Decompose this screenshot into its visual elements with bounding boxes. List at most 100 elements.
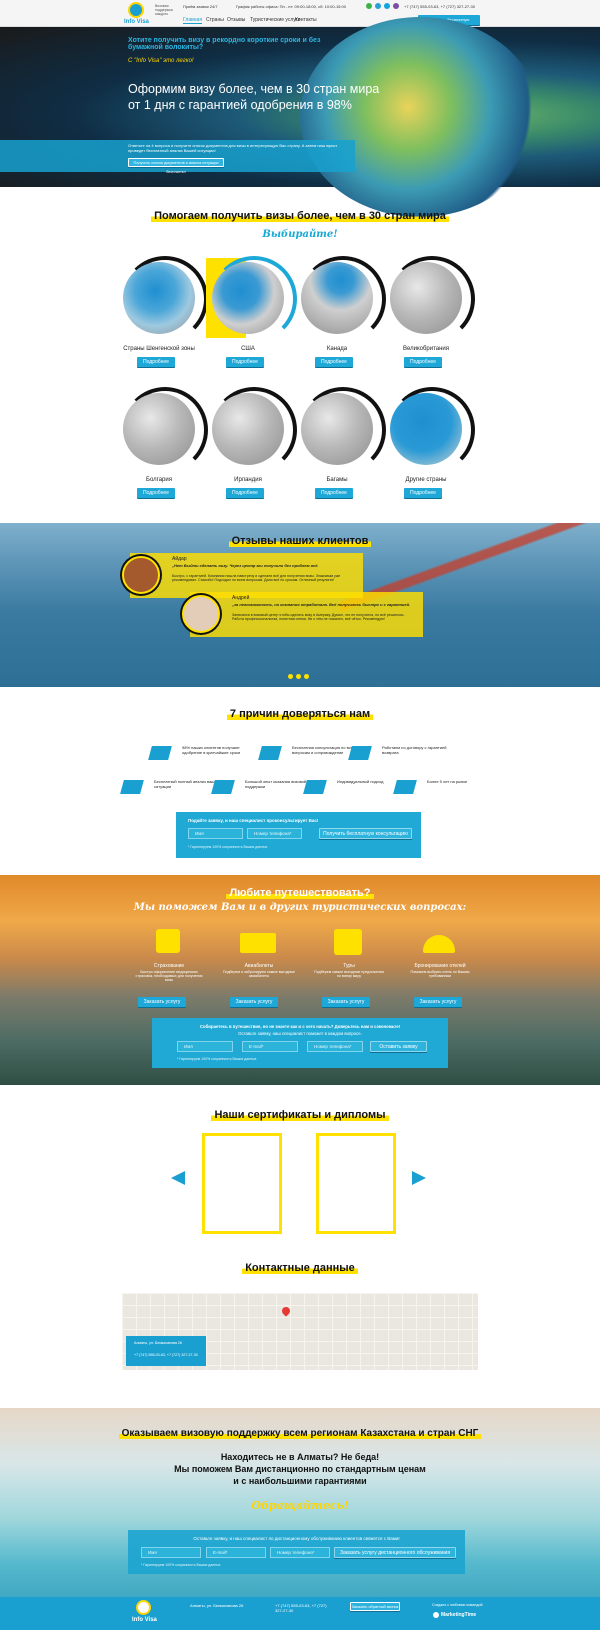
globe-bahamas-icon [301,393,373,465]
country-more-button[interactable]: Подробнее [137,357,175,367]
country-card-uk[interactable]: Великобритания Подробнее [382,256,482,376]
country-card-schengen[interactable]: Страны Шенгенской зоны Подробнее [115,256,215,376]
form-note: * Гарантируем 100% сохранность Ваших дан… [177,1057,257,1061]
carousel-dot[interactable] [304,674,309,679]
logo-globe-icon[interactable] [128,2,144,18]
remote-form: Оставьте заявку, и наш специалист по дис… [128,1530,465,1574]
review-quote: „Нет Выйти сделать визу. Через центр мы … [172,563,319,568]
country-card-canada[interactable]: Канада Подробнее [293,256,393,376]
country-name: Канада [326,346,348,352]
remote-cta: Обращайтесь! [251,1499,349,1512]
prev-arrow-icon[interactable] [171,1171,185,1185]
footer-logo-globe-icon[interactable] [136,1600,151,1615]
form-subtitle: Оставьте заявку, наш специалист поможет … [238,1031,362,1036]
travel-title: Любите путешествовать? [0,887,600,899]
reviews-title: Отзывы наших клиентов [0,535,600,547]
nav-reviews[interactable]: Отзывы [227,17,245,23]
nav-home[interactable]: Главная [183,17,203,24]
footer: Info Visa Алматы, ул. Бекмаханова 26 +7 … [0,1597,600,1630]
brush-stroke [348,746,372,760]
carousel-dot[interactable] [288,674,293,679]
callback-button[interactable]: Заказать обратный звонок [350,1602,400,1611]
office-hours: График работы офиса: Пн - пт: 09:00-18:0… [236,4,346,9]
skype-icon[interactable] [384,3,390,9]
country-more-button[interactable]: Подробнее [404,357,442,367]
country-card-bulgaria[interactable]: Болгария Подробнее [115,387,215,507]
email-input[interactable]: E-mail* [242,1041,298,1052]
header-phones[interactable]: +7 (747) 555-03-63, +7 (727) 327-27-30 [404,4,475,9]
hero-slogan: С "Info Visa" это легко! [128,58,194,64]
country-more-button[interactable]: Подробнее [315,488,353,498]
country-card-usa[interactable]: США Подробнее [204,256,304,376]
service-desc: Подберем самые выгодные предложения по в… [314,970,384,978]
service-hotels: Бронирование отелей Поможем выбрать отел… [403,923,477,1023]
globe-ireland-icon [212,393,284,465]
service-desc: Быстро оформление медицинских страховок,… [135,970,203,982]
order-tours-button[interactable]: Заказать услугу [322,997,370,1007]
hero-documents-button[interactable]: Получить список документов и анализ ситу… [128,158,224,174]
phone-input[interactable]: Номер телефона* [307,1041,363,1052]
brush-stroke [211,780,235,794]
travel-submit-button[interactable]: Оставить заявку [370,1041,427,1052]
country-more-button[interactable]: Подробнее [226,357,264,367]
footer-phones: +7 (747) 555-03-63, +7 (727) 327-27-30 [275,1603,327,1613]
country-more-button[interactable]: Подробнее [315,357,353,367]
country-card-bahamas[interactable]: Багамы Подробнее [293,387,393,507]
service-tours: Туры Подберем самые выгодные предложения… [312,923,386,1023]
nav-tourist-services[interactable]: Туристические услуги [250,17,300,23]
reception-bell-icon [423,935,455,953]
consult-button[interactable]: Получить бесплатную консультацию [319,828,412,839]
travel-section: Любите путешествовать? Мы поможем Вам и … [0,875,600,1085]
globe-canada-icon [301,262,373,334]
hero-question: Хотите получить визу в рекордно короткие… [128,37,321,51]
plane-ticket-icon [240,933,276,953]
map[interactable]: Алматы, ул. Бекмаханова 26 +7 (747) 555-… [122,1293,478,1370]
country-more-button[interactable]: Подробнее [137,488,175,498]
map-pin-icon[interactable] [280,1305,292,1317]
reasons-title: 7 причин доверяться нам [0,708,600,720]
map-address: Алматы, ул. Бекмаханова 26 [134,1341,182,1345]
country-name: Багамы [326,477,348,483]
globe-schengen-icon [123,262,195,334]
country-card-ireland[interactable]: Ирландия Подробнее [204,387,304,507]
name-input[interactable]: Имя [188,828,243,839]
remote-line-1: Находитесь не в Алматы? Не беда! [220,1452,380,1462]
nav-countries[interactable]: Страны [206,17,224,23]
footer-logo-text: Info Visa [132,1617,157,1623]
phone-input[interactable]: Номер телефона* [270,1547,330,1558]
footer-brand[interactable]: MarketingTime [441,1612,476,1618]
viber-icon[interactable] [393,3,399,9]
review-text: Записался в визовый центр чтобы сделать … [232,613,405,621]
country-name: США [241,346,255,352]
telegram-icon[interactable] [375,3,381,9]
hero-section: Хотите получить визу в рекордно короткие… [0,17,600,217]
carousel-dot[interactable] [296,674,301,679]
country-more-button[interactable]: Подробнее [226,488,264,498]
whatsapp-icon[interactable] [366,3,372,9]
phone-input[interactable]: Номер телефона* [247,828,302,839]
review-quote: „за невозможность, но компания отработал… [232,602,411,607]
certificate-frame[interactable] [316,1133,396,1234]
countries-title: Помогаем получить визы более, чем в 30 с… [0,210,600,222]
hero-form-text: Ответьте на 4 вопроса и получите список … [128,143,338,153]
name-input[interactable]: Имя [141,1547,201,1558]
reviewer-name: Андрей [232,595,250,601]
nav-contacts[interactable]: Контакты [295,17,317,23]
reason-item: Более 5 лет на рынке [393,778,475,798]
country-name: Ирландия [234,477,262,483]
tagline: Визовая поддержка каждого [155,4,173,16]
hours: Приём заявок 24/7 [183,4,218,9]
order-flights-button[interactable]: Заказать услугу [230,997,278,1007]
country-more-button[interactable]: Подробнее [404,488,442,498]
email-input[interactable]: E-mail* [206,1547,266,1558]
order-insurance-button[interactable]: Заказать услугу [138,997,186,1007]
country-card-other[interactable]: Другие страны Подробнее [382,387,482,507]
country-name: Страны Шенгенской зоны [123,346,195,352]
hero-headline-2: от 1 дня с гарантией одобрения в 98% [128,98,352,112]
order-hotels-button[interactable]: Заказать услугу [414,997,462,1007]
certificate-frame[interactable] [202,1133,282,1234]
globe-other-icon [390,393,462,465]
remote-order-button[interactable]: Заказать услугу дистанционного обслужива… [334,1547,456,1558]
name-input[interactable]: Имя [177,1041,233,1052]
next-arrow-icon[interactable] [412,1171,426,1185]
